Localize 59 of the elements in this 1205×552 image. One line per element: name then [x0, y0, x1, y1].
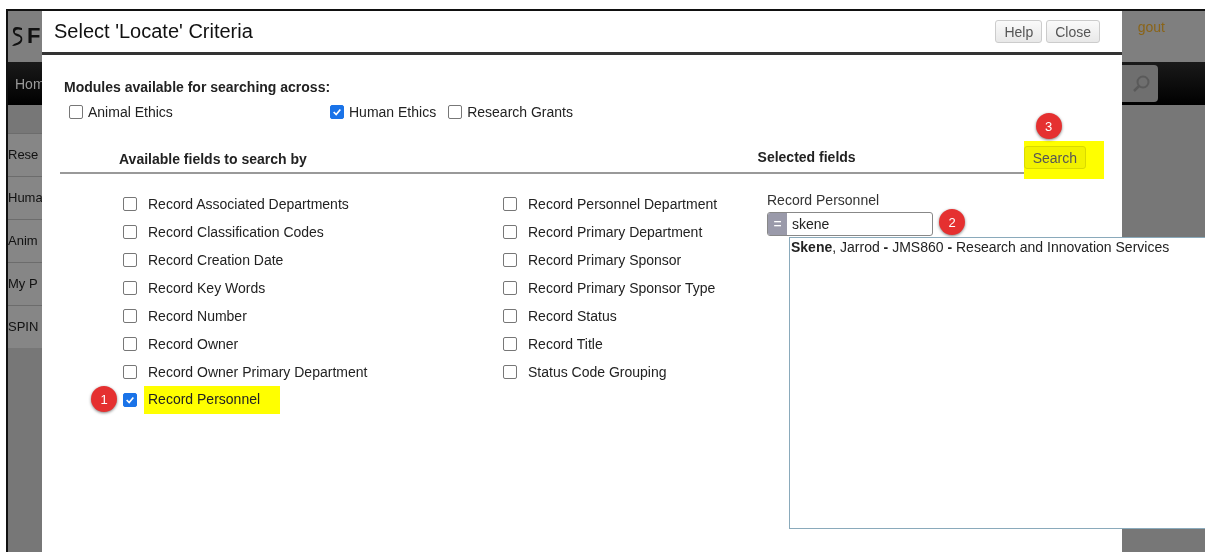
checkbox-label: Record Key Words — [147, 279, 267, 298]
checkbox-label: Record Creation Date — [147, 251, 285, 270]
step-marker: 2 — [939, 209, 965, 235]
step-marker: 1 — [91, 386, 117, 412]
sidebar-item[interactable]: Rese — [8, 133, 42, 176]
dialog-title: Select 'Locate' Criteria — [54, 20, 253, 43]
checkbox-label: Record Primary Sponsor Type — [527, 279, 717, 298]
field-label: Record Personnel — [767, 192, 881, 208]
checkbox-label: Record Associated Departments — [147, 195, 350, 214]
checkbox[interactable] — [123, 365, 137, 379]
checkbox[interactable] — [503, 197, 517, 211]
logo-text: F — [27, 23, 41, 49]
checkbox-label: Record Primary Department — [527, 223, 704, 242]
logo-icon — [10, 25, 24, 47]
step-marker: 3 — [1035, 113, 1062, 139]
input-field[interactable]: = skene — [767, 212, 933, 236]
sidebar-item[interactable]: Huma — [8, 176, 43, 219]
checkbox[interactable] — [123, 281, 137, 295]
checkbox[interactable] — [123, 253, 137, 267]
checkbox[interactable] — [123, 393, 137, 407]
checkbox-label: Record Primary Sponsor — [527, 251, 683, 270]
check-icon — [332, 107, 342, 117]
checkbox[interactable] — [503, 365, 517, 379]
checkbox[interactable] — [123, 309, 137, 323]
checkbox[interactable] — [503, 281, 517, 295]
checkbox-label: Status Code Grouping — [527, 363, 668, 382]
checkbox-label: Record Owner — [147, 335, 240, 354]
check-icon — [125, 395, 135, 405]
operator-button[interactable]: = — [768, 213, 787, 235]
checkbox-label: Animal Ethics — [88, 104, 173, 120]
search-button[interactable]: Search — [1023, 146, 1086, 169]
dialog-button[interactable]: Close — [1046, 20, 1100, 43]
section-heading: Selected fields — [757, 149, 857, 165]
checkbox[interactable] — [123, 225, 137, 239]
checkbox-label: Record Title — [527, 335, 604, 354]
checkbox[interactable] — [69, 105, 83, 119]
section-heading: Available fields to search by — [119, 151, 308, 167]
checkbox-label: Record Number — [147, 307, 248, 326]
checkbox[interactable] — [123, 197, 137, 211]
checkbox[interactable] — [503, 253, 517, 267]
checkbox-label: Record Personnel Department — [527, 195, 719, 214]
checkbox-label: Research Grants — [467, 104, 573, 120]
checkbox[interactable] — [503, 225, 517, 239]
sidebar-item[interactable]: My P — [8, 262, 42, 305]
checkbox[interactable] — [123, 337, 137, 351]
sidebar-item[interactable]: SPIN — [8, 305, 42, 348]
checkbox[interactable] — [448, 105, 463, 119]
checkbox-label: Record Classification Codes — [147, 223, 325, 242]
sidebar-item[interactable]: Anim — [8, 219, 42, 262]
checkbox[interactable] — [503, 337, 517, 351]
suggestion-item[interactable]: Skene, Jarrod - JMS860 - Research and Innovation Services — [791, 239, 1205, 255]
checkbox-label: Record Owner Primary Department — [147, 363, 369, 382]
checkbox[interactable] — [330, 105, 344, 119]
checkbox-label: Human Ethics — [349, 104, 437, 120]
checkbox[interactable] — [503, 309, 517, 323]
modules-heading: Modules available for searching across: — [63, 79, 332, 95]
checkbox-label: Record Status — [527, 307, 618, 326]
checkbox-label: Record Personnel — [144, 386, 281, 414]
dialog-button[interactable]: Help — [995, 20, 1043, 43]
